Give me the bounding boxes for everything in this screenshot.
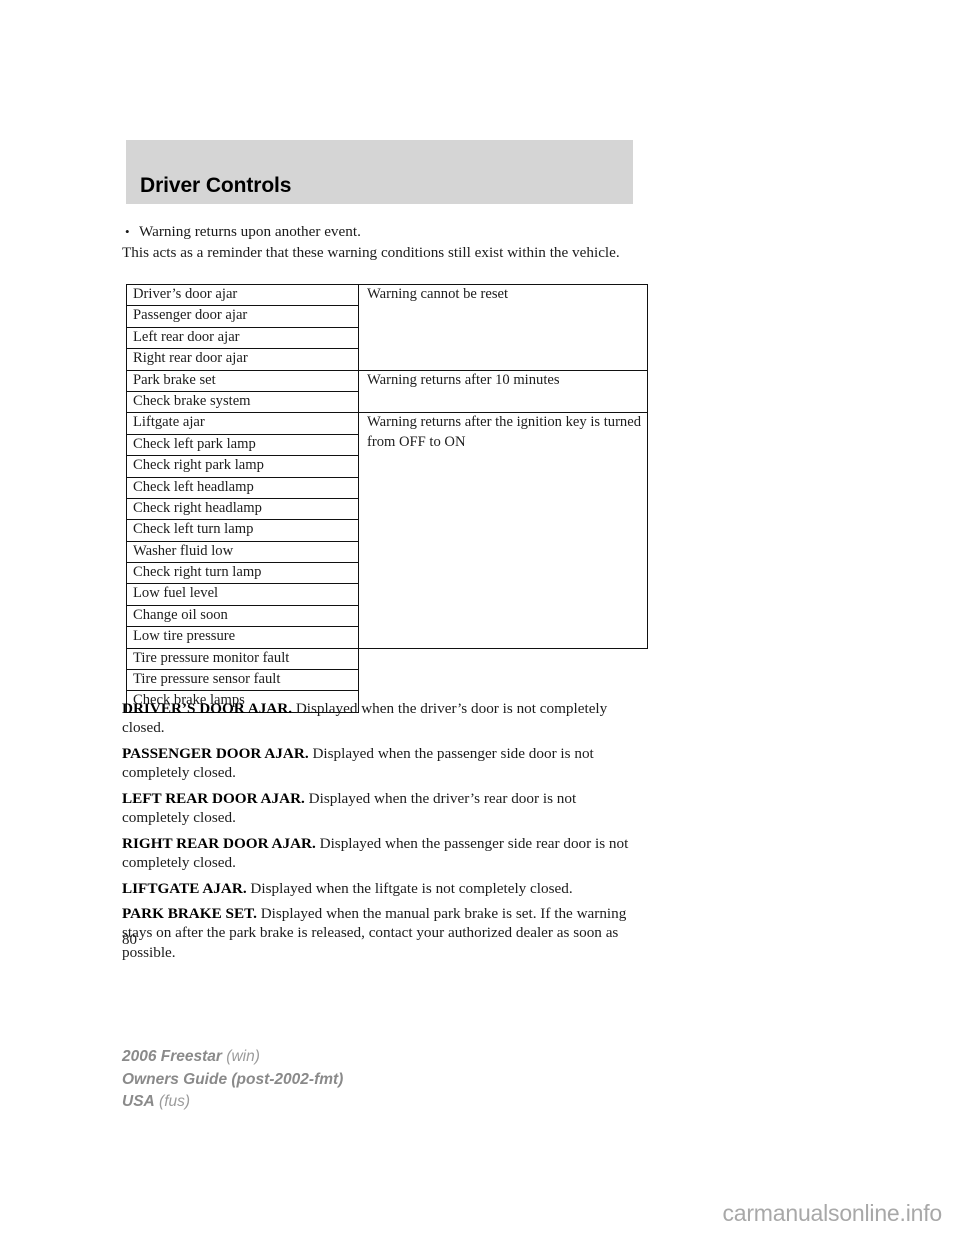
warning-name-cell: Liftgate ajar — [126, 412, 359, 435]
bullet-list-item-text: Warning returns upon another event. — [139, 223, 361, 240]
table-row: Tire pressure sensor fault — [126, 669, 648, 692]
warning-name-cell: Driver’s door ajar — [126, 283, 359, 307]
manual-page: Driver Controls • Warning returns upon a… — [0, 0, 960, 1242]
warning-name-cell: Check right headlamp — [126, 497, 359, 521]
source-watermark: carmanualsonline.info — [722, 1200, 942, 1226]
definition-term: PASSENGER DOOR AJAR. — [122, 744, 309, 762]
reset-behavior-cell: Warning returns after the ignition key i… — [358, 412, 648, 649]
definition-paragraph: DRIVER’S DOOR AJAR. Displayed when the d… — [122, 699, 646, 738]
warning-reset-table: Driver’s door ajar Warning cannot be rese… — [126, 283, 648, 713]
definition-paragraph: PARK BRAKE SET. Displayed when the manua… — [122, 904, 646, 962]
chapter-header-band: Driver Controls — [126, 140, 633, 204]
definition-term: DRIVER’S DOOR AJAR. — [122, 700, 293, 717]
table-row: Tire pressure monitor fault — [126, 647, 648, 671]
definition-text: Displayed when the liftgate is not compl… — [250, 879, 573, 897]
footer-line: 2006 Freestar (win) — [122, 1046, 343, 1069]
footer-line-title: Owners Guide (post-2002-fmt) — [122, 1070, 344, 1088]
definition-paragraph: PASSENGER DOOR AJAR. Displayed when the … — [122, 744, 646, 783]
warning-name-cell: Change oil soon — [126, 604, 359, 628]
page-number: 80 — [122, 932, 137, 948]
table-row: Park brake set Warning returns after 10 m… — [126, 369, 648, 414]
footer-line-title: USA — [122, 1093, 155, 1110]
table-row: Driver’s door ajar Warning cannot be rese… — [126, 283, 648, 371]
document-footer: 2006 Freestar (win) Owners Guide (post-20… — [122, 1046, 343, 1114]
intro-paragraph: This acts as a reminder that these warni… — [122, 244, 620, 261]
warning-name-cell: Check brake system — [126, 390, 359, 414]
warning-name-cell: Tire pressure monitor fault — [126, 647, 359, 671]
warning-name-cell: Check right turn lamp — [126, 562, 359, 585]
warning-name-cell: Check left headlamp — [126, 476, 359, 499]
warning-name-cell: Passenger door ajar — [126, 305, 359, 328]
warning-name-cell: Check left park lamp — [126, 433, 359, 457]
footer-line: Owners Guide (post-2002-fmt) — [122, 1069, 343, 1092]
definition-paragraph: LEFT REAR DOOR AJAR. Displayed when the … — [122, 789, 646, 828]
bullet-point-icon: • — [125, 224, 130, 239]
warning-name-cell: Right rear door ajar — [126, 348, 359, 371]
definition-term: LEFT REAR DOOR AJAR. — [122, 789, 305, 807]
footer-line-qualifier: (fus) — [159, 1093, 191, 1110]
footer-line-qualifier: (win) — [226, 1048, 260, 1065]
warning-name-cell: Left rear door ajar — [126, 326, 359, 350]
table-body: Driver’s door ajar Warning cannot be rese… — [126, 283, 648, 713]
table-row: Liftgate ajar Warning returns after the i… — [126, 412, 648, 649]
reset-behavior-cell: Warning returns after 10 minutes — [358, 369, 648, 414]
definition-term: PARK BRAKE SET. — [122, 905, 257, 923]
warning-name-cell: Check right park lamp — [126, 455, 359, 478]
bullet-list-item: • Warning returns upon another event. — [122, 222, 642, 241]
warning-name-cell: Check left turn lamp — [126, 519, 359, 542]
warning-name-cell: Tire pressure sensor fault — [126, 669, 359, 692]
warning-name-cell: Washer fluid low — [126, 540, 359, 564]
definition-paragraph: RIGHT REAR DOOR AJAR. Displayed when the… — [122, 834, 646, 873]
footer-line: USA (fus) — [122, 1091, 343, 1114]
reset-behavior-cell: Warning cannot be reset — [358, 284, 648, 371]
definition-term: LIFTGATE AJAR. — [122, 879, 247, 897]
definition-paragraph: LIFTGATE AJAR. Displayed when the liftga… — [122, 879, 646, 898]
warning-name-cell: Low fuel level — [126, 583, 359, 606]
warning-name-cell: Low tire pressure — [126, 626, 359, 649]
definition-term: RIGHT REAR DOOR AJAR. — [122, 834, 316, 852]
definition-list: DRIVER’S DOOR AJAR. Displayed when the d… — [122, 699, 646, 968]
footer-line-title: 2006 Freestar — [122, 1048, 222, 1065]
page-title: Driver Controls — [140, 174, 292, 197]
warning-name-cell: Park brake set — [126, 369, 359, 392]
